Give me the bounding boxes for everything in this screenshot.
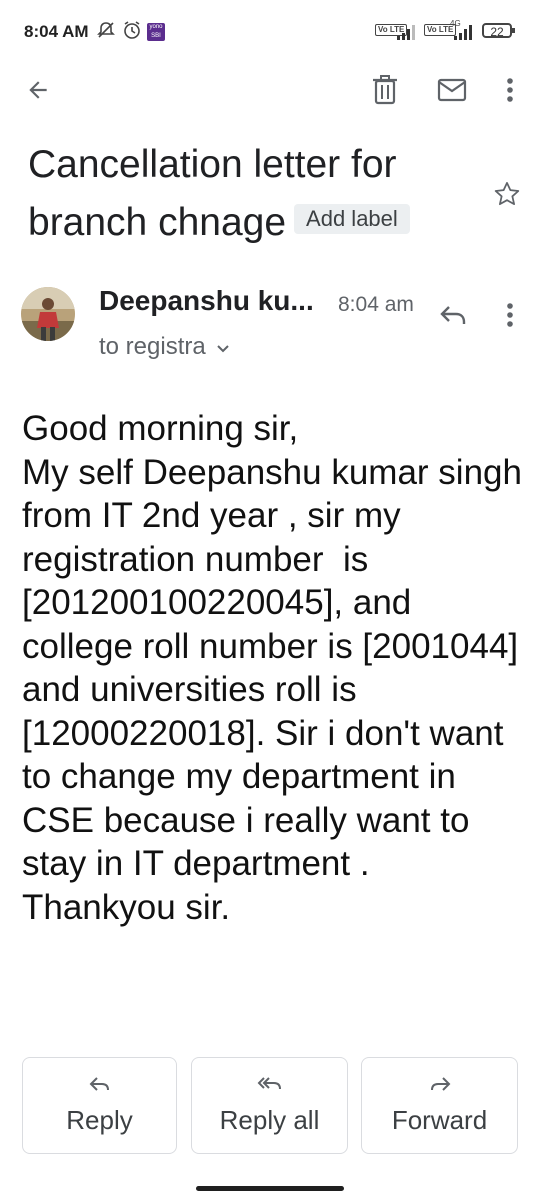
- home-indicator[interactable]: [196, 1186, 344, 1191]
- email-body: Good morning sir, My self Deepanshu kuma…: [22, 409, 522, 927]
- delete-icon[interactable]: [367, 72, 403, 108]
- sender-name[interactable]: Deepanshu ku...: [99, 285, 314, 317]
- reply-icon[interactable]: [436, 298, 470, 332]
- reply-all-label: Reply all: [219, 1104, 320, 1135]
- app-notification-icon: yono SBI: [147, 23, 165, 41]
- sender-avatar[interactable]: [21, 287, 75, 341]
- back-arrow-icon[interactable]: [20, 72, 56, 108]
- battery-icon: 22: [482, 23, 515, 39]
- recipient-details[interactable]: to registra: [99, 333, 230, 361]
- recipient-text: to registra: [99, 333, 206, 360]
- forward-icon: [429, 1076, 451, 1097]
- status-time: 8:04 AM: [24, 22, 89, 41]
- forward-button[interactable]: Forward: [361, 1057, 518, 1154]
- reply-label: Reply: [66, 1104, 133, 1135]
- mark-unread-icon[interactable]: [434, 72, 470, 108]
- alarm-icon: [122, 20, 142, 45]
- signal-icon-2: [454, 22, 472, 40]
- reply-button[interactable]: Reply: [22, 1057, 177, 1154]
- message-more-icon[interactable]: [498, 298, 522, 332]
- mute-notification-icon: [96, 20, 116, 45]
- more-options-icon[interactable]: [496, 72, 524, 108]
- add-label-chip[interactable]: Add label: [294, 203, 410, 234]
- star-icon[interactable]: [490, 177, 524, 211]
- battery-level: 22: [490, 25, 504, 39]
- chevron-down-icon: [216, 333, 230, 361]
- forward-label: Forward: [391, 1104, 488, 1135]
- reply-all-button[interactable]: Reply all: [191, 1057, 348, 1154]
- signal-icon: [397, 22, 415, 40]
- email-subject: Cancellation letter for branch chnage Add…: [28, 136, 478, 252]
- email-time: 8:04 am: [338, 293, 414, 316]
- reply-button-icon: [89, 1076, 111, 1097]
- reply-all-icon: [257, 1076, 283, 1097]
